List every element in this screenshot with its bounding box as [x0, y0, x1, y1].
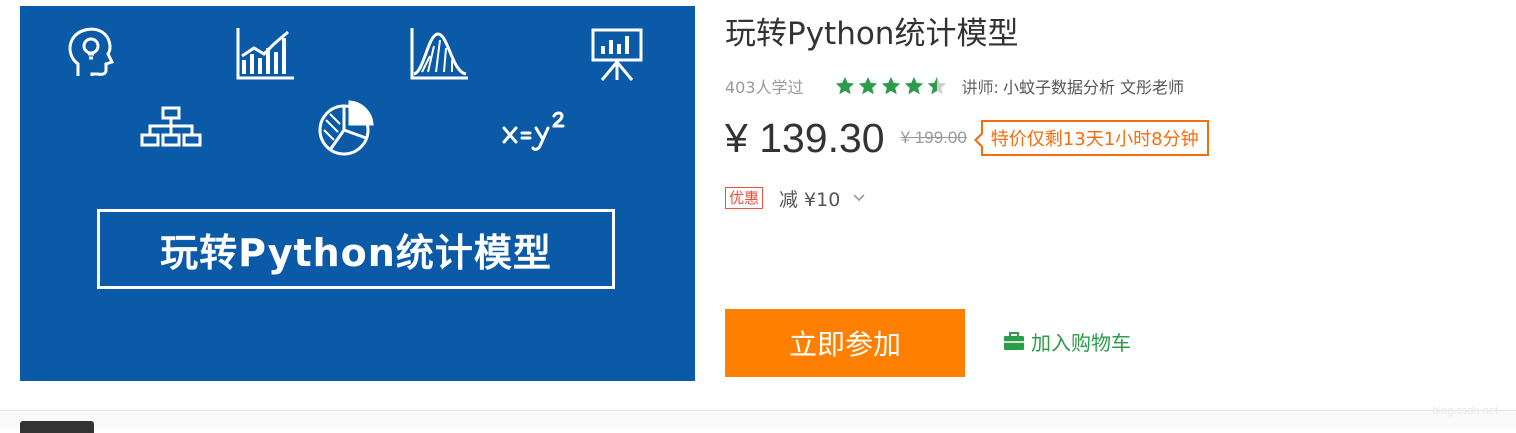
join-course-button[interactable]: 立即参加 [725, 309, 965, 377]
promo-row[interactable]: 优惠 减 ¥10 [725, 185, 866, 211]
promo-text: 减 ¥10 [779, 188, 841, 211]
formula-icon [502, 111, 565, 151]
star-icon [904, 76, 923, 95]
course-cover-image: 玩转Python统计模型 [20, 6, 695, 381]
rating-stars [834, 75, 948, 97]
learner-count: 403人学过 [725, 78, 804, 97]
cart-icon [1004, 332, 1024, 350]
tab-active[interactable] [20, 421, 94, 433]
pie-chart-icon [318, 100, 374, 156]
star-icon [881, 76, 900, 95]
chevron-down-icon[interactable] [852, 191, 866, 205]
current-price: ¥ 139.30 [725, 114, 885, 161]
cover-title: 玩转Python统计模型 [97, 209, 615, 289]
original-price: ¥ 199.00 [900, 128, 967, 147]
teacher-name[interactable]: 小蚊子数据分析 文彤老师 [1003, 74, 1184, 98]
watermark: blog.csdn.net [1432, 405, 1498, 417]
hierarchy-icon [140, 106, 202, 147]
distribution-icon [410, 28, 468, 80]
price-row: ¥ 139.30 ¥ 199.00 特价仅剩13天1小时8分钟 [725, 112, 1209, 164]
star-half-icon [927, 76, 946, 95]
tab-bar [0, 411, 1516, 429]
course-meta: 403人学过 讲师: 小蚊子数据分析 文彤老师 [725, 74, 1184, 98]
countdown-badge: 特价仅剩13天1小时8分钟 [980, 120, 1209, 156]
head-bulb-icon [68, 27, 115, 76]
teacher-label: 讲师: [961, 78, 999, 97]
promo-badge: 优惠 [725, 187, 764, 209]
bar-chart-icon [236, 28, 294, 80]
star-icon [835, 76, 854, 95]
star-icon [858, 76, 877, 95]
cart-label: 加入购物车 [1031, 330, 1131, 355]
add-to-cart-link[interactable]: 加入购物车 [1003, 328, 1131, 355]
course-title: 玩转Python统计模型 [725, 16, 1019, 52]
presentation-icon [591, 28, 643, 81]
